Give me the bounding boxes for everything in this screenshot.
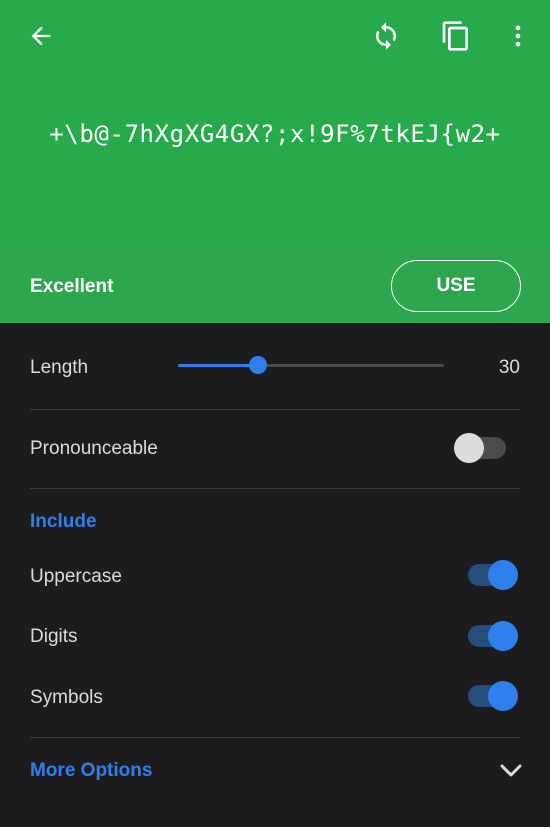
pronounceable-toggle[interactable]: [454, 433, 506, 463]
more-options-link[interactable]: More Options: [30, 760, 152, 782]
more-menu-button[interactable]: [500, 14, 536, 58]
length-label: Length: [30, 357, 89, 378]
digits-label: Digits: [30, 626, 78, 647]
chevron-down-icon[interactable]: [498, 762, 524, 780]
arrow-left-icon: [31, 26, 51, 46]
digits-toggle[interactable]: [468, 621, 518, 651]
toggle-knob: [488, 621, 518, 651]
strength-label: Excellent: [30, 276, 114, 297]
generated-password: +\b@-7hXgXG4GX?;x!9F%7tkEJ{w2+: [49, 120, 501, 148]
symbols-toggle[interactable]: [468, 681, 518, 711]
uppercase-toggle[interactable]: [468, 560, 518, 590]
password-header: +\b@-7hXgXG4GX?;x!9F%7tkEJ{w2+: [0, 0, 550, 247]
divider: [30, 488, 520, 489]
pronounceable-label: Pronounceable: [30, 438, 158, 459]
symbols-label: Symbols: [30, 687, 103, 708]
length-slider[interactable]: [178, 356, 444, 374]
toggle-knob: [488, 560, 518, 590]
divider: [30, 409, 520, 410]
refresh-icon: [376, 22, 396, 50]
copy-button[interactable]: [432, 14, 480, 58]
uppercase-label: Uppercase: [30, 566, 122, 587]
more-vertical-icon: [515, 25, 521, 47]
use-button[interactable]: USE: [391, 260, 521, 312]
toggle-knob: [454, 433, 484, 463]
length-slider-fill: [178, 364, 258, 367]
length-value: 30: [498, 357, 520, 378]
copy-icon: [442, 21, 468, 51]
back-button[interactable]: [16, 14, 66, 58]
include-section-title: Include: [30, 511, 97, 532]
toggle-knob: [488, 681, 518, 711]
divider: [30, 737, 520, 738]
regenerate-button[interactable]: [362, 14, 410, 58]
length-slider-thumb[interactable]: [248, 356, 267, 374]
